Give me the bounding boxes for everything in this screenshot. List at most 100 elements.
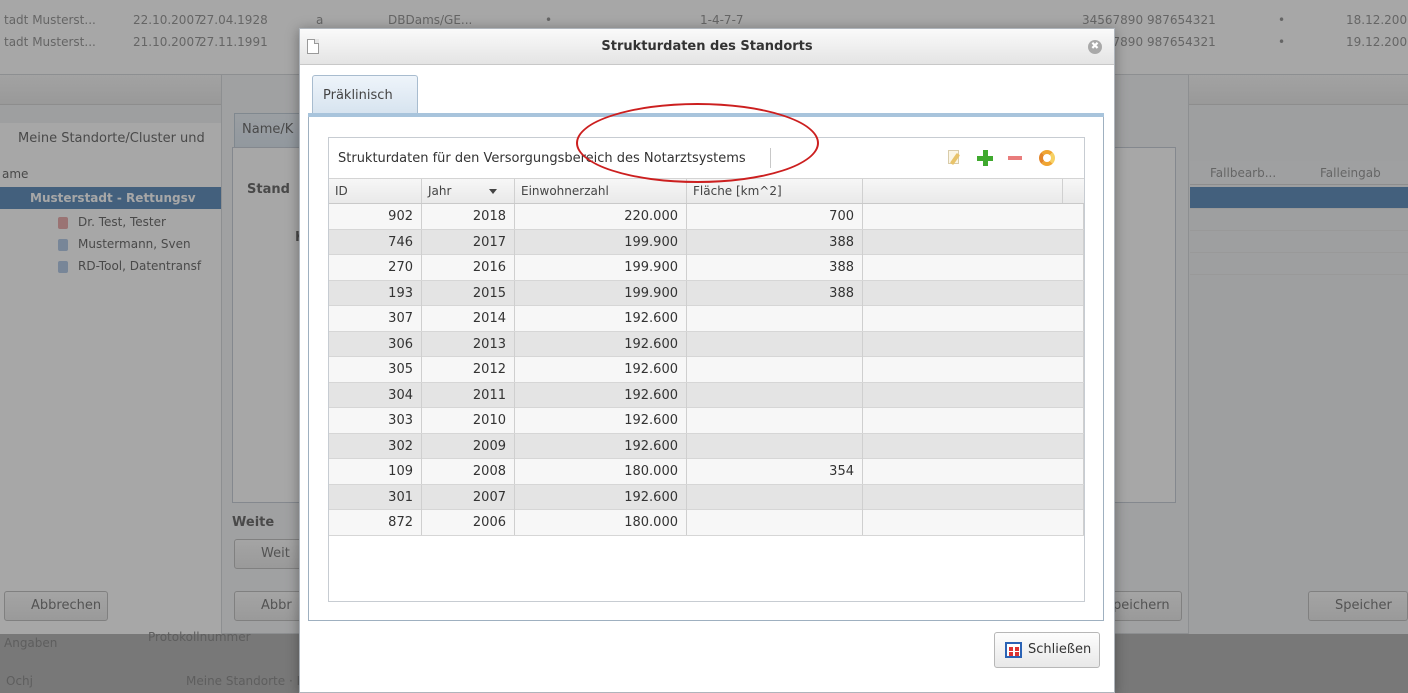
cell-einwohnerzahl: 199.900: [515, 280, 687, 306]
cell-flaeche: 388: [687, 280, 863, 306]
table-row[interactable]: 193 2015 199.900 388: [329, 280, 1084, 306]
cell-jahr: 2007: [422, 484, 515, 510]
cell-id: 301: [329, 484, 422, 510]
cell-einwohnerzahl: 220.000: [515, 204, 687, 229]
cell-einwohnerzahl: 192.600: [515, 433, 687, 459]
column-header-empty: [863, 179, 1063, 203]
cell-id: 270: [329, 255, 422, 280]
structure-data-dialog: Strukturdaten des Standorts ✖ Präklinisc…: [299, 28, 1115, 693]
tab-panel: Strukturdaten für den Versorgungsbereich…: [308, 117, 1104, 621]
cell-jahr: 2011: [422, 382, 515, 408]
cell-einwohnerzahl: 192.600: [515, 306, 687, 331]
cell-empty: [863, 357, 1084, 382]
cell-jahr: 2013: [422, 331, 515, 357]
table-row[interactable]: 302 2009 192.600: [329, 433, 1084, 459]
cell-id: 109: [329, 459, 422, 484]
table-row[interactable]: 306 2013 192.600: [329, 331, 1084, 357]
structure-data-grid: Strukturdaten für den Versorgungsbereich…: [328, 137, 1085, 602]
cell-flaeche: [687, 433, 863, 459]
grid-header: ID Jahr Einwohnerzahl Fläche [km^2]: [329, 178, 1084, 204]
cell-einwohnerzahl: 192.600: [515, 382, 687, 408]
table-row[interactable]: 872 2006 180.000: [329, 510, 1084, 536]
cell-einwohnerzahl: 180.000: [515, 510, 687, 535]
cell-einwohnerzahl: 199.900: [515, 255, 687, 280]
tab-praeklinisch[interactable]: Präklinisch: [312, 75, 418, 115]
table-row[interactable]: 270 2016 199.900 388: [329, 255, 1084, 281]
cell-flaeche: 354: [687, 459, 863, 484]
cell-flaeche: [687, 357, 863, 382]
table-row[interactable]: 304 2011 192.600: [329, 382, 1084, 408]
cell-jahr: 2008: [422, 459, 515, 484]
cell-jahr: 2012: [422, 357, 515, 382]
close-button[interactable]: Schließen: [994, 632, 1100, 668]
dialog-title: Strukturdaten des Standorts: [601, 39, 813, 54]
cell-empty: [863, 408, 1084, 433]
cell-empty: [863, 280, 1084, 306]
column-header-einwohnerzahl[interactable]: Einwohnerzahl: [515, 179, 687, 203]
table-row[interactable]: 303 2010 192.600: [329, 408, 1084, 434]
cell-flaeche: [687, 306, 863, 331]
cell-flaeche: 388: [687, 255, 863, 280]
cell-flaeche: [687, 382, 863, 408]
table-row[interactable]: 109 2008 180.000 354: [329, 459, 1084, 485]
grid-body: 902 2018 220.000 700 746 2017 199.900 388 270 201…: [329, 204, 1084, 536]
column-header-label: Jahr: [428, 184, 452, 198]
cell-jahr: 2016: [422, 255, 515, 280]
cell-id: 306: [329, 331, 422, 357]
cell-id: 902: [329, 204, 422, 229]
cell-empty: [863, 204, 1084, 229]
cell-id: 872: [329, 510, 422, 535]
cell-id: 303: [329, 408, 422, 433]
cell-jahr: 2017: [422, 229, 515, 255]
tab-label: Präklinisch: [323, 88, 393, 103]
toolbar-separator: [770, 148, 771, 168]
cell-flaeche: [687, 331, 863, 357]
grid-caption: Strukturdaten für den Versorgungsbereich…: [338, 151, 746, 166]
cell-flaeche: 388: [687, 229, 863, 255]
close-dialog-icon: [1005, 642, 1022, 658]
column-header-jahr[interactable]: Jahr: [422, 179, 515, 203]
column-header-id[interactable]: ID: [329, 179, 422, 203]
table-row[interactable]: 746 2017 199.900 388: [329, 229, 1084, 255]
refresh-icon[interactable]: [1036, 147, 1058, 169]
add-icon[interactable]: [974, 147, 996, 169]
cell-id: 746: [329, 229, 422, 255]
cell-id: 305: [329, 357, 422, 382]
close-button-label: Schließen: [1028, 642, 1092, 657]
cell-jahr: 2006: [422, 510, 515, 535]
cell-empty: [863, 433, 1084, 459]
edit-icon[interactable]: [943, 147, 965, 169]
table-row[interactable]: 307 2014 192.600: [329, 306, 1084, 332]
cell-empty: [863, 229, 1084, 255]
cell-jahr: 2015: [422, 280, 515, 306]
cell-jahr: 2009: [422, 433, 515, 459]
column-header-flaeche[interactable]: Fläche [km^2]: [687, 179, 863, 203]
cell-flaeche: [687, 510, 863, 535]
cell-flaeche: [687, 484, 863, 510]
cell-empty: [863, 382, 1084, 408]
grid-toolbar: Strukturdaten für den Versorgungsbereich…: [329, 138, 1084, 178]
cell-empty: [863, 510, 1084, 535]
cell-id: 307: [329, 306, 422, 331]
cell-empty: [863, 306, 1084, 331]
cell-jahr: 2010: [422, 408, 515, 433]
table-row[interactable]: 301 2007 192.600: [329, 484, 1084, 510]
cell-einwohnerzahl: 192.600: [515, 331, 687, 357]
cell-empty: [863, 484, 1084, 510]
cell-einwohnerzahl: 180.000: [515, 459, 687, 484]
table-row[interactable]: 902 2018 220.000 700: [329, 204, 1084, 230]
table-row[interactable]: 305 2012 192.600: [329, 357, 1084, 383]
cell-empty: [863, 331, 1084, 357]
remove-icon[interactable]: [1004, 147, 1026, 169]
close-icon[interactable]: ✖: [1088, 40, 1102, 54]
cell-empty: [863, 459, 1084, 484]
cell-flaeche: 700: [687, 204, 863, 229]
cell-einwohnerzahl: 199.900: [515, 229, 687, 255]
cell-id: 302: [329, 433, 422, 459]
column-header-label: Einwohnerzahl: [521, 184, 609, 198]
cell-jahr: 2018: [422, 204, 515, 229]
cell-jahr: 2014: [422, 306, 515, 331]
cell-id: 304: [329, 382, 422, 408]
dialog-titlebar[interactable]: Strukturdaten des Standorts ✖: [300, 29, 1114, 65]
cell-empty: [863, 255, 1084, 280]
